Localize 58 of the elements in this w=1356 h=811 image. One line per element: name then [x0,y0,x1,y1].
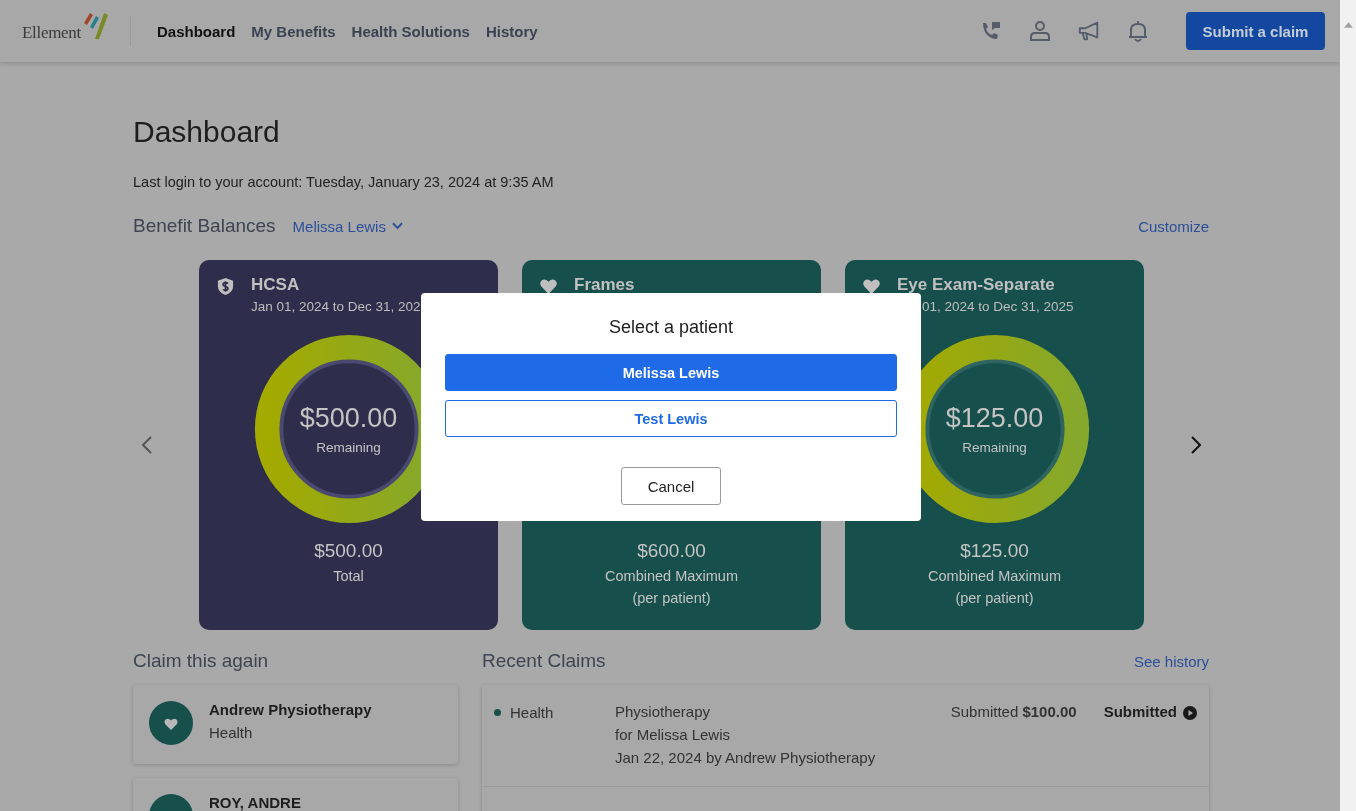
remaining-amount: $500.00 [299,403,398,434]
bell-icon[interactable] [1126,19,1150,43]
scrollbar[interactable] [1340,0,1356,811]
total-amount: $600.00 [637,540,706,562]
total-note: (per patient) [632,590,711,606]
dialog-title: Select a patient [608,317,734,339]
date-range: Jan 01, 2024 to Dec 31, 202 [251,299,421,314]
customize-link[interactable]: Customize [1138,217,1209,235]
claim-again-card[interactable]: ROY, ANDRE [133,778,458,811]
nav-link[interactable]: My Benefits [251,22,336,40]
claim-patient: for Melissa Lewis [615,726,732,743]
claim-again-card[interactable]: Andrew Physiotherapy Health [133,685,458,764]
section-title: Claim this again [133,650,269,672]
claim-amount: Submitted $100.00 [950,703,1077,722]
remaining-amount: $125.00 [945,403,1044,434]
heart-badge-icon [149,701,193,745]
see-history-link[interactable]: See history [1133,652,1209,670]
card-title: HCSA [251,275,301,295]
nav-link[interactable]: History [485,22,538,40]
total-label: Combined Maximum [605,568,738,584]
patient-option-button[interactable]: Melissa Lewis [445,354,897,391]
chevron-down-icon [391,222,403,230]
megaphone-icon[interactable] [1077,19,1101,43]
claim-category: Health [209,724,254,741]
last-login-text: Last login to your account: Tuesday, January 23, 2024 at 9:35 AM [133,173,555,191]
nav-link[interactable]: Dashboard [157,22,236,40]
claim-date: Jan 22, 2024 by Andrew Physiotherapy [615,749,877,766]
claim-service: Physiotherapy [615,703,712,720]
card-title: Eye Exam-Separate [897,275,1056,295]
page-title: Dashboard [133,114,281,150]
section-title: Recent Claims [482,650,606,672]
patient-option-button[interactable]: Test Lewis [445,400,897,437]
date-range: 01, 2024 to Dec 31, 2025 [922,299,1074,314]
card-title: Frames [574,275,635,295]
heart-icon [539,277,558,296]
logo-stripes-icon [84,11,108,39]
submit-claim-button[interactable]: Submit a claim [1186,12,1325,50]
claim-status-link[interactable]: Submitted [1103,703,1197,720]
total-note: (per patient) [955,590,1034,606]
nav-link[interactable]: Health Solutions [351,22,470,40]
provider-name: Andrew Physiotherapy [209,702,372,718]
shield-dollar-icon [216,277,235,296]
remaining-label: Remaining [962,440,1027,455]
claim-category: Health [510,703,554,721]
logo-wordmark: Ellement [22,23,81,43]
remaining-label: Remaining [316,440,381,455]
total-amount: $500.00 [314,540,383,562]
scroll-up-icon[interactable] [1343,22,1353,28]
total-amount: $125.00 [960,540,1029,562]
total-label: Combined Maximum [928,568,1061,584]
total-label: Total [333,568,364,584]
cancel-button[interactable]: Cancel [621,467,721,505]
section-title: Benefit Balances [133,215,276,237]
heart-icon [862,277,881,296]
provider-name: ROY, ANDRE [209,795,301,811]
patient-dropdown[interactable]: Melissa Lewis [292,217,403,235]
play-circle-icon [1183,706,1197,720]
person-icon[interactable] [1028,19,1052,43]
